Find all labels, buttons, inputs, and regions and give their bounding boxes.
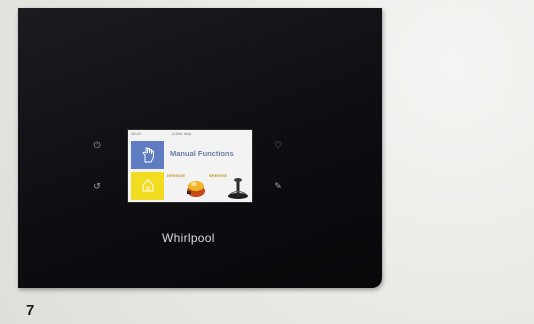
edit-icon[interactable]: ✎	[272, 181, 284, 193]
yellow-shortcut-tile[interactable]	[131, 172, 164, 200]
pan-icon	[187, 181, 205, 197]
status-time: 08:43	[131, 131, 142, 136]
status-title: A little help	[172, 131, 192, 136]
recipe-card-1-name: BREKKIE	[167, 173, 186, 178]
heart-icon[interactable]: ♡	[272, 140, 284, 152]
recipe-card-2[interactable]: BREKKIE	[208, 173, 250, 200]
hand-icon	[142, 147, 154, 163]
kettle-icon	[228, 178, 248, 199]
manual-functions-tile[interactable]	[131, 141, 164, 169]
back-icon[interactable]: ↺	[91, 181, 103, 193]
recipe-card-1[interactable]: BREKKIE	[166, 173, 208, 200]
home-icon	[142, 179, 154, 192]
manual-functions-label[interactable]: Manual Functions	[170, 149, 250, 158]
brand-logo: Whirlpool	[162, 231, 215, 245]
page-number: 7	[26, 302, 35, 319]
power-icon[interactable]: ⏻	[91, 140, 103, 152]
recipe-card-2-name: BREKKIE	[209, 173, 228, 178]
control-display: 08:43 A little help Manual Functions BRE…	[127, 129, 253, 203]
status-bar: 08:43 A little help	[128, 130, 252, 138]
